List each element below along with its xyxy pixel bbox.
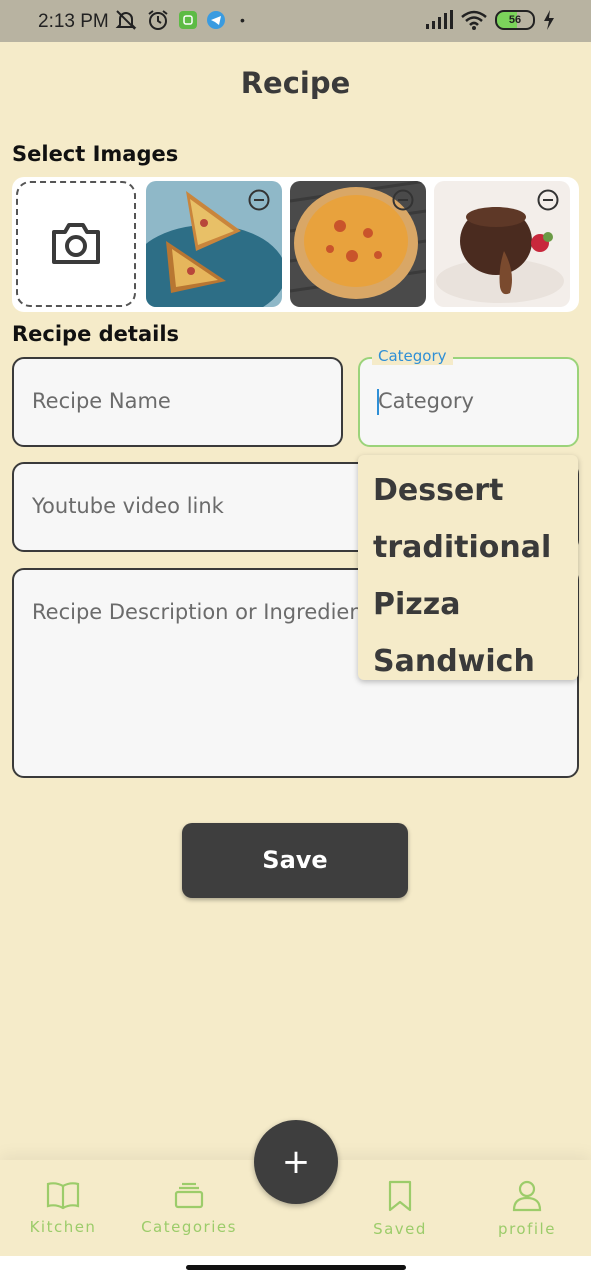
status-right-icons: 56 [425, 10, 555, 30]
category-placeholder: Category [378, 389, 474, 413]
charging-icon [544, 10, 554, 30]
nav-label-kitchen: Kitchen [29, 1218, 97, 1236]
bell-off-icon [115, 10, 137, 30]
nav-item-saved[interactable]: Saved [340, 1180, 460, 1238]
signal-icon [426, 10, 453, 29]
nav-label-categories: Categories [141, 1218, 237, 1236]
remove-image-3-button[interactable] [537, 189, 559, 211]
remove-image-1-button[interactable] [248, 189, 270, 211]
dropdown-option-dessert[interactable]: Dessert [373, 473, 503, 508]
category-floating-label: Category [372, 347, 453, 365]
stack-icon [174, 1182, 204, 1209]
app-icon [179, 11, 197, 29]
add-recipe-fab[interactable]: + [254, 1120, 338, 1204]
dropdown-option-sandwich[interactable]: Sandwich [373, 644, 535, 679]
recipe-name-field[interactable]: Recipe Name [12, 357, 343, 447]
battery-level: 56 [508, 14, 522, 26]
recipe-name-placeholder: Recipe Name [32, 389, 171, 413]
category-dropdown: Dessert traditional Pizza Sandwich [358, 455, 578, 680]
alarm-icon [148, 10, 168, 30]
book-icon [46, 1182, 80, 1210]
add-image-button[interactable] [16, 181, 136, 307]
save-button[interactable]: Save [182, 823, 408, 898]
nav-label-saved: Saved [373, 1220, 427, 1238]
camera-icon [52, 223, 100, 264]
youtube-placeholder: Youtube video link [32, 494, 224, 518]
nav-item-profile[interactable]: profile [467, 1180, 587, 1238]
telegram-icon [207, 11, 225, 29]
bookmark-icon [388, 1180, 412, 1212]
status-left-icons: • [114, 9, 245, 31]
category-field[interactable]: Category Category [358, 347, 579, 447]
description-placeholder: Recipe Description or Ingredients [32, 600, 382, 624]
nav-item-kitchen[interactable]: Kitchen [3, 1180, 123, 1236]
nav-label-profile: profile [498, 1220, 556, 1238]
dot-icon: • [240, 12, 245, 28]
dropdown-option-pizza[interactable]: Pizza [373, 587, 460, 622]
status-bar: 2:13 PM • 56 [0, 0, 591, 42]
person-icon [512, 1180, 542, 1212]
nav-item-categories[interactable]: Categories [129, 1180, 249, 1236]
page-title: Recipe [240, 66, 351, 100]
remove-image-2-button[interactable] [392, 189, 414, 211]
home-indicator[interactable] [186, 1265, 406, 1270]
images-strip [12, 177, 579, 312]
battery-icon: 56 [495, 10, 535, 30]
status-time: 2:13 PM [38, 11, 109, 32]
recipe-details-label: Recipe details [12, 322, 180, 346]
dropdown-option-traditional[interactable]: traditional [373, 530, 551, 565]
wifi-icon [461, 10, 487, 30]
select-images-label: Select Images [12, 142, 179, 166]
